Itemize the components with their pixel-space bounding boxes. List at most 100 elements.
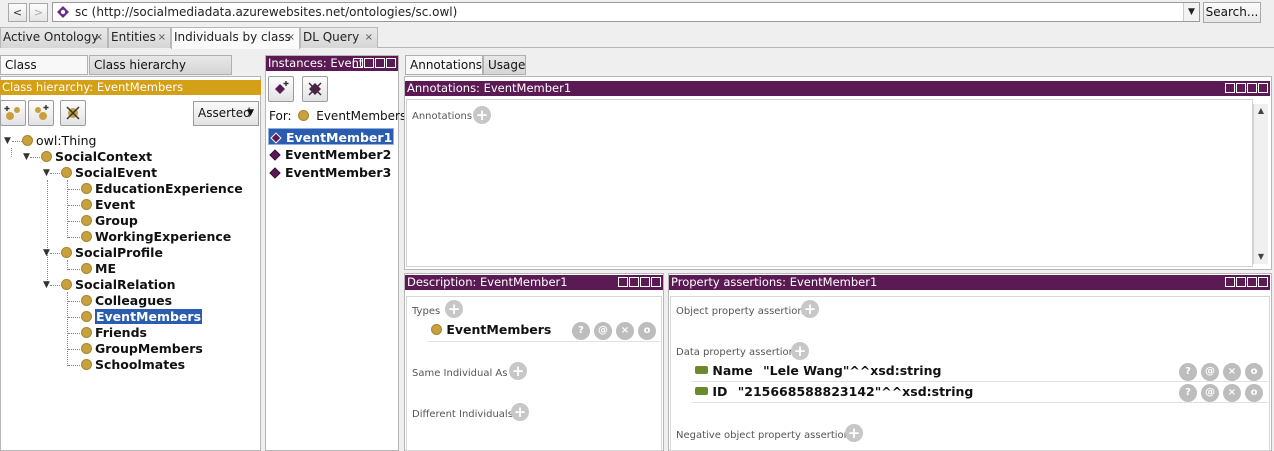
ontology-selector[interactable]: sc (http://socialmediadata.azurewebsites… (52, 2, 1200, 22)
window-controls[interactable] (1225, 277, 1268, 287)
ontology-icon (57, 6, 69, 18)
class-icon (81, 263, 92, 274)
class-icon (81, 359, 92, 370)
add-annotation-button[interactable]: + (473, 106, 491, 124)
list-item-eventmember2[interactable]: EventMember2 (268, 146, 394, 163)
tree-node-socialprofile[interactable]: SocialProfile (61, 245, 163, 261)
annotations-section-label: Annotations (412, 111, 473, 122)
data-assertion-id[interactable]: ID "215668588823142"^^xsd:string (695, 383, 973, 401)
tree-node-workingexperience[interactable]: WorkingExperience (81, 229, 231, 245)
tab-active-ontology[interactable]: Active Ontology × (0, 27, 108, 48)
close-icon[interactable]: × (158, 28, 166, 47)
edit-button[interactable]: o (1245, 363, 1263, 381)
delete-button[interactable]: × (616, 322, 634, 340)
expand-toggle-icon[interactable]: ▼ (43, 168, 50, 178)
tree-node-schoolmates[interactable]: Schoolmates (81, 357, 185, 373)
window-controls[interactable] (618, 277, 661, 287)
class-icon (81, 311, 92, 322)
negative-object-property-label: Negative object property assertions (676, 430, 856, 441)
expand-toggle-icon[interactable]: ▼ (43, 280, 50, 290)
add-individual-button[interactable] (268, 76, 294, 102)
annotate-button[interactable]: @ (1201, 363, 1219, 381)
tree-node-socialrelation[interactable]: SocialRelation (61, 277, 176, 293)
tree-node-educationexperience[interactable]: EducationExperience (81, 181, 243, 197)
delete-button[interactable]: × (1223, 363, 1241, 381)
tree-connector (50, 285, 60, 286)
close-icon[interactable]: × (287, 28, 295, 47)
tree-node-groupmembers[interactable]: GroupMembers (81, 341, 203, 357)
help-button[interactable]: ? (1179, 384, 1197, 402)
scroll-down-icon[interactable]: ▼ (1254, 250, 1268, 264)
add-subclass-button[interactable] (0, 100, 26, 126)
node-label: Event (95, 197, 136, 212)
tree-node-event[interactable]: Event (81, 197, 135, 213)
close-icon[interactable]: × (95, 28, 103, 47)
annotate-button[interactable]: @ (1201, 384, 1219, 402)
tree-connector (50, 253, 60, 254)
node-label: EventMembers (95, 309, 203, 324)
tree-connector (68, 237, 80, 238)
annotations-scrollbar[interactable]: ▲ ▼ (1253, 104, 1268, 264)
tree-node-group[interactable]: Group (81, 213, 138, 229)
help-button[interactable]: ? (1179, 363, 1197, 381)
edit-button[interactable]: o (638, 322, 656, 340)
add-object-property-button[interactable]: + (801, 300, 819, 318)
class-icon (61, 279, 72, 290)
type-row[interactable]: EventMembers (431, 321, 551, 339)
expand-toggle-icon[interactable]: ▼ (43, 248, 50, 258)
annotate-button[interactable]: @ (594, 322, 612, 340)
list-item-eventmember3[interactable]: EventMember3 (268, 164, 394, 181)
delete-class-button[interactable] (60, 100, 86, 126)
tab-annotations[interactable]: Annotations (405, 55, 483, 75)
tree-node-owl-thing[interactable]: owl:Thing (22, 133, 96, 149)
for-label: For: (269, 109, 292, 123)
node-label: Group (95, 213, 138, 228)
add-sibling-icon (35, 105, 49, 120)
tree-node-me[interactable]: ME (81, 261, 116, 277)
delete-individual-button[interactable] (302, 76, 328, 102)
annotations-header: Annotations: EventMember1 (405, 81, 1270, 96)
forward-button[interactable]: > (29, 3, 48, 22)
asserted-select[interactable]: Asserted ▼ (193, 101, 259, 126)
tree-node-socialcontext[interactable]: SocialContext (41, 149, 152, 165)
tree-node-colleagues[interactable]: Colleagues (81, 293, 172, 309)
edit-button[interactable]: o (1245, 384, 1263, 402)
chevron-down-icon: ▼ (247, 108, 254, 118)
scroll-up-icon[interactable]: ▲ (1254, 104, 1268, 118)
tab-entities[interactable]: Entities × (108, 27, 171, 48)
node-label: owl:Thing (36, 133, 97, 148)
add-data-property-button[interactable]: + (791, 342, 809, 360)
tree-node-friends[interactable]: Friends (81, 325, 147, 341)
close-icon[interactable]: × (365, 28, 373, 47)
expand-toggle-icon[interactable]: ▼ (4, 136, 11, 146)
search-button[interactable]: Search... (1203, 2, 1261, 23)
add-sibling-button[interactable] (28, 100, 54, 126)
window-controls[interactable] (1225, 83, 1268, 93)
back-button[interactable]: < (8, 3, 27, 22)
help-button[interactable]: ? (572, 322, 590, 340)
tab-class-hierarchy-inferred[interactable]: Class hierarchy (inferred) (89, 55, 232, 90)
property-name: ID (712, 384, 728, 399)
item-label: EventMember3 (285, 165, 392, 180)
tab-class-hierarchy[interactable]: Class hierarchy (0, 55, 88, 90)
tree-node-socialevent[interactable]: SocialEvent (61, 165, 157, 181)
tab-individuals-by-class[interactable]: Individuals by class × (171, 27, 300, 49)
individual-icon (269, 167, 281, 179)
add-subclass-icon (4, 106, 20, 120)
window-controls[interactable] (353, 58, 396, 68)
data-assertion-name[interactable]: Name "Lele Wang"^^xsd:string (695, 362, 941, 380)
different-individuals-label: Different Individuals (412, 409, 513, 420)
type-value: EventMembers (446, 322, 552, 337)
delete-button[interactable]: × (1223, 384, 1241, 402)
add-type-button[interactable]: + (445, 300, 463, 318)
tree-node-eventmembers[interactable]: EventMembers (81, 309, 203, 325)
tab-dl-query[interactable]: DL Query × (300, 27, 378, 48)
add-same-individual-button[interactable]: + (509, 362, 527, 380)
tab-usage[interactable]: Usage (483, 55, 526, 75)
add-different-individual-button[interactable]: + (511, 403, 529, 421)
list-item-eventmember1[interactable]: EventMember1 (268, 128, 394, 145)
node-label: EducationExperience (95, 181, 243, 196)
chevron-down-icon[interactable]: ▼ (1183, 3, 1199, 21)
add-negative-object-property-button[interactable]: + (845, 424, 863, 442)
expand-toggle-icon[interactable]: ▼ (23, 152, 30, 162)
